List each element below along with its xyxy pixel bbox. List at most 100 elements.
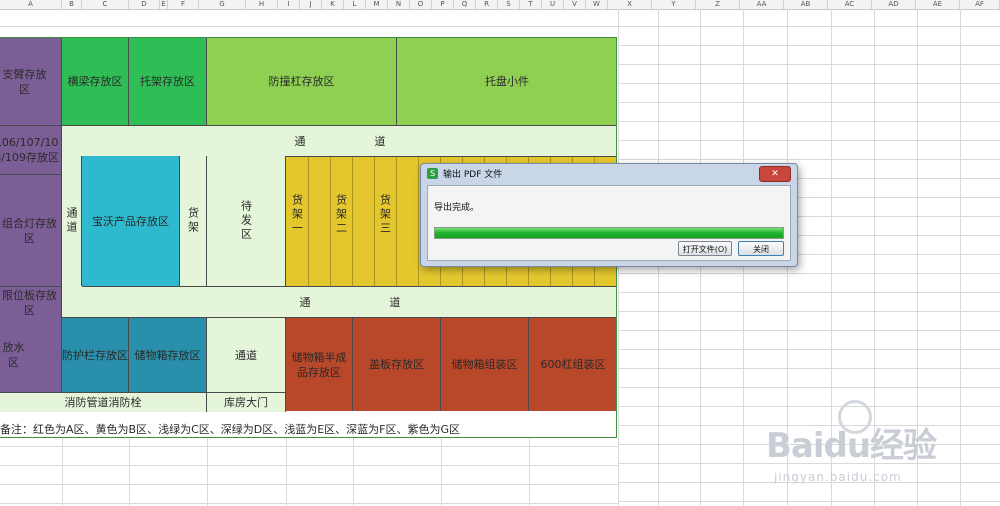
grid-hline: [618, 26, 1000, 27]
column-header-i[interactable]: I: [278, 0, 300, 9]
zone-huojia-3[interactable]: 货架三: [374, 185, 396, 245]
grid-hline: [618, 64, 1000, 65]
grid-vline: [286, 438, 287, 506]
column-header-aa[interactable]: AA: [740, 0, 784, 9]
baidu-watermark: Baidu经验 jingyan.baidu.com: [758, 400, 994, 500]
column-header-ad[interactable]: AD: [872, 0, 916, 9]
grid-hline: [618, 45, 1000, 46]
legend-note[interactable]: 备注：红色为A区、黄色为B区、浅绿为C区、深绿为D区、浅蓝为E区、深蓝为F区、紫…: [0, 420, 617, 438]
shelf-divider: [396, 156, 397, 286]
aisle-middle-label-1[interactable]: 通: [285, 286, 325, 318]
column-header-z[interactable]: Z: [696, 0, 740, 9]
zone-fangzhuang[interactable]: 防撞杠存放区: [207, 38, 397, 126]
dialog-body: 导出完成。 打开文件(O) 关闭: [427, 185, 791, 261]
column-header-k[interactable]: K: [322, 0, 344, 9]
column-header-ac[interactable]: AC: [828, 0, 872, 9]
aisle-middle-band: [82, 286, 617, 318]
open-file-button[interactable]: 打开文件(O): [678, 241, 732, 256]
grid-vline: [129, 438, 130, 506]
zone-106-109[interactable]: 106/107/10 8/109存放区: [0, 126, 62, 174]
column-header-f[interactable]: F: [168, 0, 199, 9]
aisle-top-left[interactable]: 通: [280, 126, 320, 156]
grid-vline: [441, 438, 442, 506]
zone-tuopan[interactable]: 托盘小件: [397, 38, 617, 126]
watermark-url: jingyan.baidu.com: [774, 470, 902, 484]
zone-hengliang[interactable]: 横梁存放区: [62, 38, 129, 126]
column-header-b[interactable]: B: [62, 0, 82, 9]
zone-gaiban[interactable]: 盖板存放区: [353, 318, 441, 411]
column-header-h[interactable]: H: [246, 0, 278, 9]
column-header-l[interactable]: L: [344, 0, 366, 9]
aisle-top-right[interactable]: 道: [360, 126, 400, 156]
column-header-x[interactable]: X: [608, 0, 652, 9]
column-header-d[interactable]: D: [129, 0, 160, 9]
column-header-ae[interactable]: AE: [916, 0, 960, 9]
aisle-vertical[interactable]: 通道: [62, 156, 82, 286]
column-header-ab[interactable]: AB: [784, 0, 828, 9]
zone-zuzhuang[interactable]: 储物箱组装区: [441, 318, 529, 411]
shelf-top-line: [286, 156, 617, 157]
dialog-title-bar[interactable]: S 输出 PDF 文件 ✕: [421, 164, 797, 184]
zone-zuhedeng[interactable]: 组合灯存放区: [0, 174, 62, 286]
grid-hline: [0, 484, 618, 485]
aisle-top-band: [62, 126, 617, 157]
zone-zhiyuan[interactable]: 支臂存放区: [0, 38, 62, 126]
zone-banchengpin[interactable]: 储物箱半成品存放区: [286, 318, 353, 411]
zone-fangshui[interactable]: 放水区: [0, 318, 62, 392]
grid-hline: [618, 102, 1000, 103]
column-header-af[interactable]: AF: [960, 0, 1000, 9]
zone-huojia[interactable]: 货架: [180, 156, 207, 286]
wps-app-icon: S: [427, 168, 438, 179]
zone-huojia-1[interactable]: 货架一: [286, 185, 308, 245]
zone-baowo[interactable]: 宝沃产品存放区: [82, 156, 180, 286]
grid-hline: [618, 121, 1000, 122]
column-header-v[interactable]: V: [564, 0, 586, 9]
zone-chuwuxiang[interactable]: 储物箱存放区: [129, 318, 207, 392]
zone-fanghulan[interactable]: 防护栏存放区: [62, 318, 129, 392]
grid-hline: [618, 140, 1000, 141]
column-header-u[interactable]: U: [542, 0, 564, 9]
grid-hline: [618, 368, 1000, 369]
column-header-m[interactable]: M: [366, 0, 388, 9]
grid-vline: [207, 438, 208, 506]
zone-xianwei[interactable]: 限位板存放区: [0, 286, 62, 318]
zone-damen[interactable]: 库房大门: [207, 392, 286, 412]
dialog-message: 导出完成。: [434, 203, 480, 213]
column-header-r[interactable]: R: [476, 0, 498, 9]
zone-xiaofang[interactable]: 消防管道消防栓: [0, 392, 207, 412]
close-button[interactable]: 关闭: [738, 241, 784, 256]
shelf-divider: [308, 156, 309, 286]
zone-huojia-2[interactable]: 货架二: [330, 185, 352, 245]
zone-600[interactable]: 600杠组装区: [529, 318, 617, 411]
column-header-s[interactable]: S: [498, 0, 520, 9]
column-header-n[interactable]: N: [388, 0, 410, 9]
zone-tuojia[interactable]: 托架存放区: [129, 38, 207, 126]
export-progress-bar: [434, 227, 784, 239]
column-header-o[interactable]: O: [410, 0, 432, 9]
zone-daifa[interactable]: 待发区: [207, 156, 286, 286]
grid-hline: [618, 273, 1000, 274]
column-header-a[interactable]: A: [0, 0, 62, 9]
grid-hline: [0, 446, 618, 447]
column-header-c[interactable]: C: [82, 0, 129, 9]
grid-hline: [0, 503, 618, 504]
grid-hline: [618, 349, 1000, 350]
column-header-p[interactable]: P: [432, 0, 454, 9]
progress-fill: [435, 228, 783, 238]
column-header-j[interactable]: J: [300, 0, 322, 9]
column-header-q[interactable]: Q: [454, 0, 476, 9]
grid-vline: [62, 438, 63, 506]
column-header-w[interactable]: W: [586, 0, 608, 9]
grid-hline: [618, 330, 1000, 331]
column-header-e[interactable]: E: [160, 0, 168, 9]
column-header-t[interactable]: T: [520, 0, 542, 9]
grid-hline: [618, 292, 1000, 293]
aisle-middle-left: [62, 286, 82, 318]
close-icon[interactable]: ✕: [759, 166, 791, 182]
column-header-y[interactable]: Y: [652, 0, 696, 9]
column-header-g[interactable]: G: [199, 0, 246, 9]
grid-hline: [618, 83, 1000, 84]
aisle-middle-label-2[interactable]: 道: [375, 286, 415, 318]
aisle-bottom[interactable]: 通道: [207, 318, 286, 392]
column-header-bar: A B C D E F G H I J K L M N O P Q R S T U V W X Y Z AA AB AC AD AE AF: [0, 0, 1000, 10]
